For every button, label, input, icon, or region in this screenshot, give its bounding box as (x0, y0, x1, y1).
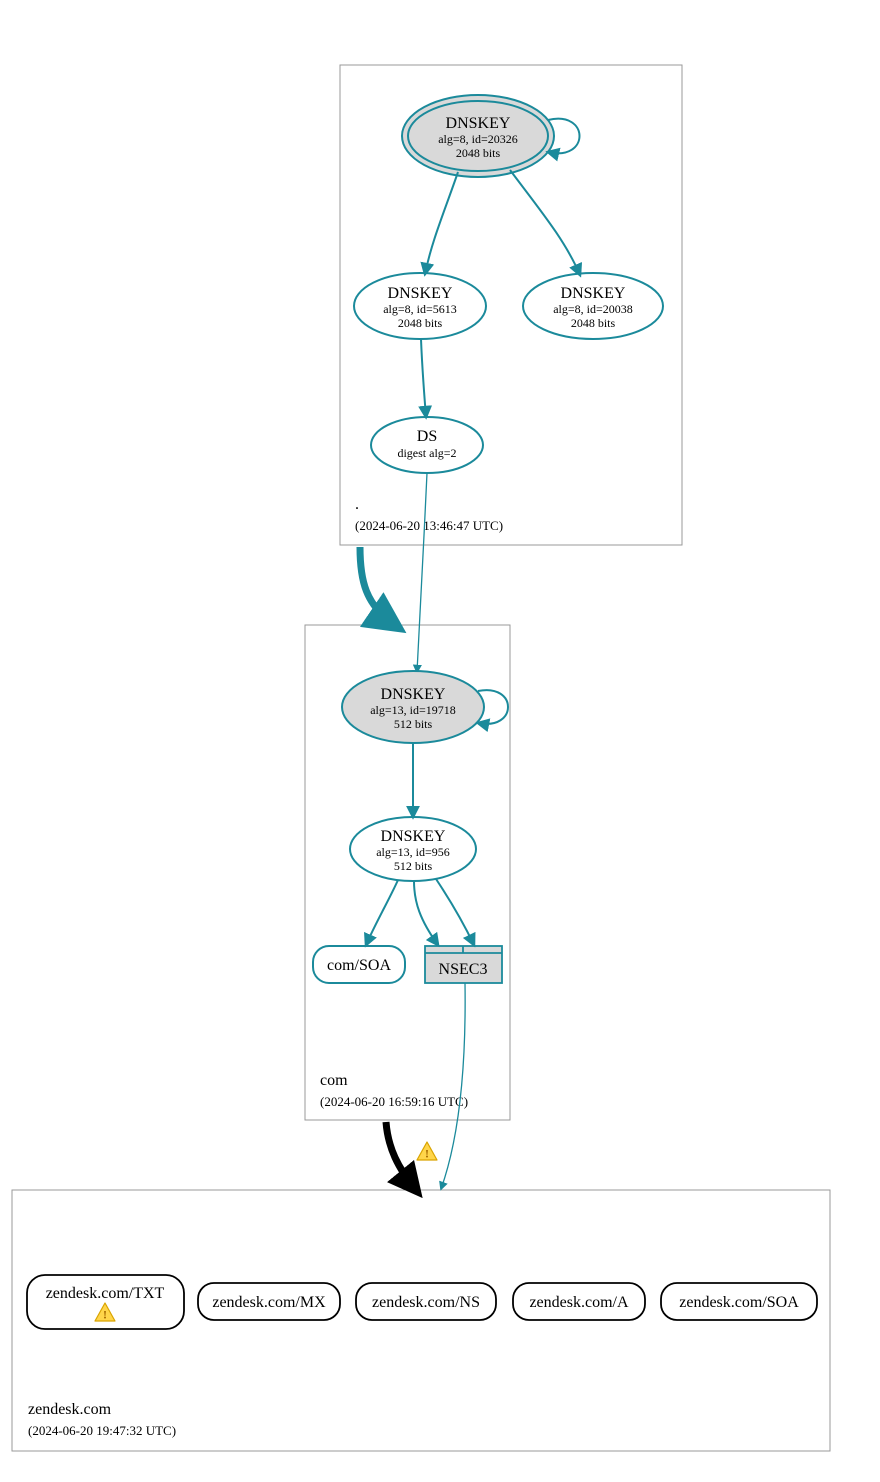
root-zsk2-line3: 2048 bits (571, 316, 616, 330)
edge-com-to-zendesk-delegation (386, 1122, 416, 1190)
zendesk-mx-label: zendesk.com/MX (212, 1294, 326, 1311)
zone-zendesk-timestamp: (2024-06-20 19:47:32 UTC) (28, 1423, 176, 1438)
root-ksk-line3: 2048 bits (456, 146, 501, 160)
node-root-ds: DS digest alg=2 (371, 417, 483, 473)
edge-zsk1-to-ds (421, 339, 426, 417)
node-zendesk-txt: zendesk.com/TXT ! (27, 1275, 184, 1329)
edge-ds-to-com-ksk (417, 473, 427, 672)
root-ds-line2: digest alg=2 (397, 446, 456, 460)
com-ksk-title: DNSKEY (381, 686, 446, 703)
node-zendesk-a: zendesk.com/A (513, 1283, 645, 1320)
zendesk-soa-label: zendesk.com/SOA (679, 1294, 799, 1311)
edge-root-to-com-delegation (360, 547, 396, 626)
svg-text:!: ! (425, 1147, 429, 1161)
node-zendesk-soa: zendesk.com/SOA (661, 1283, 817, 1320)
edge-ksk-to-zsk1 (425, 172, 458, 274)
root-ds-title: DS (417, 428, 437, 445)
com-nsec3-label: NSEC3 (439, 961, 488, 978)
edge-com-zsk-to-soa (366, 880, 398, 945)
node-root-zsk2: DNSKEY alg=8, id=20038 2048 bits (523, 273, 663, 339)
zone-com-timestamp: (2024-06-20 16:59:16 UTC) (320, 1094, 468, 1109)
root-zsk2-line2: alg=8, id=20038 (553, 302, 633, 316)
edge-com-zsk-to-nsec3-b (436, 879, 474, 945)
root-zsk1-line3: 2048 bits (398, 316, 443, 330)
node-zendesk-mx: zendesk.com/MX (198, 1283, 340, 1320)
root-zsk1-line2: alg=8, id=5613 (383, 302, 457, 316)
zone-root-timestamp: (2024-06-20 13:46:47 UTC) (355, 518, 503, 533)
com-zsk-line2: alg=13, id=956 (376, 845, 450, 859)
edge-ksk-to-zsk2 (510, 170, 580, 275)
com-zsk-title: DNSKEY (381, 828, 446, 845)
zendesk-ns-label: zendesk.com/NS (372, 1294, 480, 1311)
root-ksk-line2: alg=8, id=20326 (438, 132, 518, 146)
node-com-zsk: DNSKEY alg=13, id=956 512 bits (350, 817, 476, 881)
zone-root-label: . (355, 496, 359, 513)
node-com-soa: com/SOA (313, 946, 405, 983)
node-root-zsk1: DNSKEY alg=8, id=5613 2048 bits (354, 273, 486, 339)
node-com-ksk: DNSKEY alg=13, id=19718 512 bits (342, 671, 484, 743)
com-zsk-line3: 512 bits (394, 859, 433, 873)
zone-zendesk-label: zendesk.com (28, 1401, 112, 1418)
node-com-nsec3: NSEC3 (425, 946, 502, 983)
zendesk-txt-label: zendesk.com/TXT (46, 1285, 165, 1302)
zone-com-label: com (320, 1072, 348, 1089)
root-zsk2-title: DNSKEY (561, 285, 626, 302)
edge-nsec3-to-zendesk (441, 983, 465, 1189)
zendesk-a-label: zendesk.com/A (529, 1294, 629, 1311)
com-soa-label: com/SOA (327, 957, 391, 974)
root-zsk1-title: DNSKEY (388, 285, 453, 302)
com-ksk-line2: alg=13, id=19718 (370, 703, 456, 717)
svg-text:!: ! (103, 1308, 107, 1322)
edge-com-zsk-to-nsec3-a (414, 881, 438, 945)
warning-icon: ! (417, 1142, 437, 1161)
node-root-ksk: DNSKEY alg=8, id=20326 2048 bits (402, 95, 554, 177)
node-zendesk-ns: zendesk.com/NS (356, 1283, 496, 1320)
com-ksk-line3: 512 bits (394, 717, 433, 731)
root-ksk-title: DNSKEY (446, 115, 511, 132)
